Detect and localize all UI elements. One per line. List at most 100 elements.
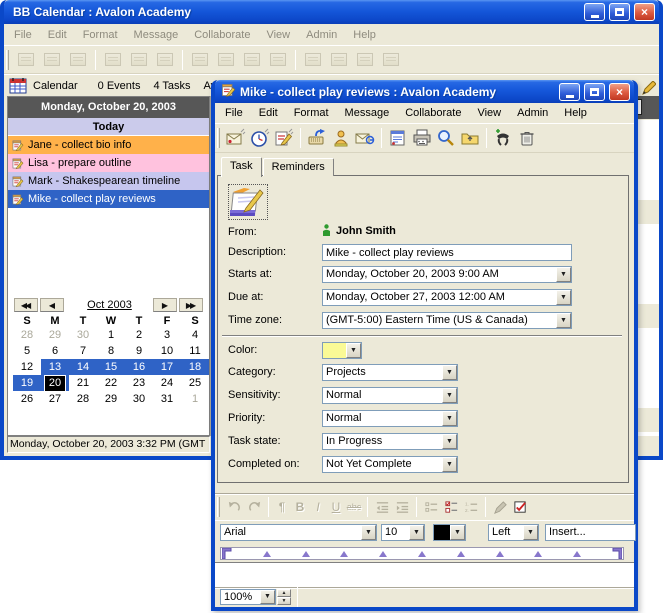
month-label[interactable]: Oct 2003: [66, 299, 153, 311]
calendar-day[interactable]: 2: [125, 327, 153, 343]
chevron-down-icon[interactable]: ▼: [442, 411, 457, 426]
tab-reminders[interactable]: Reminders: [263, 158, 334, 176]
dialog-menu-admin[interactable]: Admin: [509, 105, 556, 121]
tab-task[interactable]: Task: [221, 157, 262, 177]
main-menu-format[interactable]: Format: [75, 27, 126, 43]
calendar-day[interactable]: 12: [13, 359, 41, 375]
maximize-button[interactable]: [609, 3, 630, 21]
address-icon[interactable]: [353, 126, 377, 150]
chevron-down-icon[interactable]: ▼: [556, 267, 571, 282]
tab-stop-marker[interactable]: [302, 551, 310, 557]
calendar-day[interactable]: 10: [153, 343, 181, 359]
chevron-down-icon[interactable]: ▼: [523, 525, 538, 540]
new-message-icon[interactable]: [224, 126, 248, 150]
calendar-day[interactable]: 23: [125, 375, 153, 391]
tab-stop-marker[interactable]: [457, 551, 465, 557]
calendar-day[interactable]: 28: [69, 391, 97, 407]
calendar-day[interactable]: 7: [69, 343, 97, 359]
main-menu-edit[interactable]: Edit: [40, 27, 75, 43]
dialog-titlebar[interactable]: > Mike - collect play reviews : Avalon A…: [215, 80, 634, 103]
checklist-icon[interactable]: [441, 498, 461, 516]
task-list-item[interactable]: Jane - collect bio info: [8, 136, 209, 154]
calendar-day[interactable]: 13: [41, 359, 69, 375]
tab-stop-marker[interactable]: [534, 551, 542, 557]
calendar-day[interactable]: 11: [181, 343, 209, 359]
color-dropdown[interactable]: ▼: [322, 342, 362, 359]
dialog-menu-file[interactable]: File: [217, 105, 251, 121]
main-menu-help[interactable]: Help: [345, 27, 384, 43]
zoom-spinner[interactable]: ▲▼: [277, 589, 291, 605]
calendar-day[interactable]: 25: [181, 375, 209, 391]
chevron-down-icon[interactable]: ▼: [450, 525, 465, 540]
call-icon[interactable]: [491, 126, 515, 150]
details-icon[interactable]: [386, 126, 410, 150]
tab-stop-marker[interactable]: [573, 551, 581, 557]
calendar-day[interactable]: 14: [69, 359, 97, 375]
calendar-day[interactable]: 6: [41, 343, 69, 359]
calendar-day[interactable]: 26: [13, 391, 41, 407]
task-list-item[interactable]: Lisa - prepare outline: [8, 154, 209, 172]
dialog-minimize-button[interactable]: [559, 83, 580, 101]
search-icon[interactable]: [434, 126, 458, 150]
dialog-menu-help[interactable]: Help: [556, 105, 595, 121]
main-titlebar[interactable]: BB Calendar : Avalon Academy ×: [4, 0, 659, 24]
calendar-day[interactable]: 21: [69, 375, 97, 391]
tab-stop-marker[interactable]: [418, 551, 426, 557]
notes-edit-area[interactable]: [215, 562, 634, 587]
calendar-day[interactable]: 18: [181, 359, 209, 375]
calendar-day[interactable]: 16: [125, 359, 153, 375]
font-family-dropdown[interactable]: Arial▼: [220, 524, 377, 541]
calendar-day[interactable]: 5: [13, 343, 41, 359]
prev-month-button[interactable]: ◀: [40, 298, 64, 312]
calendar-day[interactable]: 17: [153, 359, 181, 375]
tab-stop-marker[interactable]: [379, 551, 387, 557]
new-appointment-icon[interactable]: [248, 126, 272, 150]
dialog-menu-collaborate[interactable]: Collaborate: [397, 105, 469, 121]
priority-dropdown[interactable]: Normal▼: [322, 410, 458, 427]
calendar-day[interactable]: 30: [69, 327, 97, 343]
ruler-right-margin-marker[interactable]: [612, 548, 622, 559]
calendar-day[interactable]: 30: [125, 391, 153, 407]
calendar-day[interactable]: 1: [181, 391, 209, 407]
dialog-maximize-button[interactable]: [584, 83, 605, 101]
chevron-down-icon[interactable]: ▼: [442, 365, 457, 380]
task-list-item[interactable]: Mark - Shakespearean timeline: [8, 172, 209, 190]
collaborate-icon[interactable]: [305, 126, 329, 150]
sensitivity-dropdown[interactable]: Normal▼: [322, 387, 458, 404]
calendar-day[interactable]: 31: [153, 391, 181, 407]
minimize-button[interactable]: [584, 3, 605, 21]
calendar-day[interactable]: 29: [41, 327, 69, 343]
new-task-icon[interactable]: [272, 126, 296, 150]
calendar-day[interactable]: 29: [97, 391, 125, 407]
calendar-day[interactable]: 19: [13, 375, 41, 391]
calendar-day[interactable]: 24: [153, 375, 181, 391]
starts-at-dropdown[interactable]: Monday, October 20, 2003 9:00 AM▼: [322, 266, 572, 283]
delete-icon[interactable]: [515, 126, 539, 150]
main-menu-message[interactable]: Message: [126, 27, 187, 43]
task-list-item[interactable]: Mike - collect play reviews: [8, 190, 209, 208]
chevron-down-icon[interactable]: ▼: [556, 290, 571, 305]
chevron-down-icon[interactable]: ▼: [556, 313, 571, 328]
chevron-down-icon[interactable]: ▼: [409, 525, 424, 540]
spellcheck-icon[interactable]: [510, 498, 530, 516]
close-button[interactable]: ×: [634, 3, 655, 21]
chevron-down-icon[interactable]: ▼: [442, 457, 457, 472]
timezone-dropdown[interactable]: (GMT-5:00) Eastern Time (US & Canada)▼: [322, 312, 572, 329]
task-item-icon[interactable]: [228, 184, 268, 220]
tab-stop-marker[interactable]: [263, 551, 271, 557]
alignment-dropdown[interactable]: Left▼: [488, 524, 539, 541]
pencil-icon[interactable]: [641, 81, 656, 96]
dialog-close-button[interactable]: ×: [609, 83, 630, 101]
dialog-menu-message[interactable]: Message: [337, 105, 398, 121]
print-icon[interactable]: [410, 126, 434, 150]
tab-stop-marker[interactable]: [340, 551, 348, 557]
directory-icon[interactable]: [329, 126, 353, 150]
task-state-dropdown[interactable]: In Progress▼: [322, 433, 458, 450]
calendar-day[interactable]: 28: [13, 327, 41, 343]
due-at-dropdown[interactable]: Monday, October 27, 2003 12:00 AM▼: [322, 289, 572, 306]
chevron-down-icon[interactable]: ▼: [260, 590, 275, 604]
spinner-down-icon[interactable]: ▼: [277, 597, 291, 605]
completed-on-dropdown[interactable]: Not Yet Complete▼: [322, 456, 458, 473]
chevron-down-icon[interactable]: ▼: [442, 388, 457, 403]
tab-stop-marker[interactable]: [496, 551, 504, 557]
